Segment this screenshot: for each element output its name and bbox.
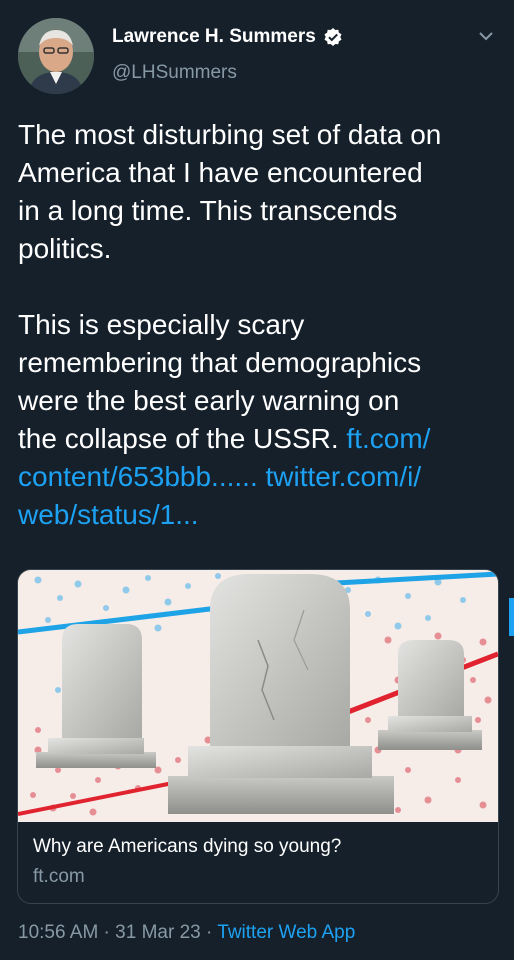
card-image[interactable] — [18, 570, 498, 822]
scrollbar[interactable] — [509, 598, 514, 636]
link-card[interactable]: Why are Americans dying so young? ft.com — [17, 569, 499, 904]
tweet-line: web/status/1... — [18, 496, 508, 534]
tweet-date[interactable]: 31 Mar 23 — [115, 922, 201, 943]
verified-badge-icon — [323, 27, 343, 47]
card-title[interactable]: Why are Americans dying so young? — [33, 836, 341, 858]
author-handle[interactable]: @LHSummers — [112, 62, 237, 84]
ft-link[interactable]: ft.com/ — [346, 423, 430, 454]
tweet-line: in a long time. This transcends — [18, 195, 398, 226]
tweet-line: politics. — [18, 233, 112, 264]
tweet-line: The most disturbing set of data on — [18, 119, 442, 150]
tweet-text: The most disturbing set of data on Ameri… — [18, 116, 508, 534]
tweet-text-fragment: the collapse of the USSR. — [18, 423, 347, 454]
tweet-line: This is especially scary — [18, 309, 305, 340]
chevron-down-icon[interactable] — [476, 26, 496, 46]
tweet-line: content/653bbb...... twitter.com/i/ — [18, 458, 508, 496]
meta-separator: · — [200, 922, 218, 943]
author-name[interactable]: Lawrence H. Summers — [112, 26, 316, 48]
tweet-source[interactable]: Twitter Web App — [217, 922, 355, 943]
tweet-line: remembering that demographics — [18, 347, 422, 378]
tweet-time[interactable]: 10:56 AM — [18, 922, 98, 943]
tweet-header: Lawrence H. Summers @LHSummers — [0, 0, 514, 100]
tweet-line: the collapse of the USSR. ft.com/ — [18, 420, 508, 458]
twitter-link-continued[interactable]: web/status/1... — [18, 499, 199, 530]
tweet-meta: 10:56 AM · 31 Mar 23 · Twitter Web App — [18, 922, 355, 944]
card-domain: ft.com — [33, 866, 85, 887]
tweet-line: America that I have encountered — [18, 157, 423, 188]
ft-link-continued[interactable]: content/653bbb...... — [18, 461, 258, 492]
twitter-link[interactable]: twitter.com/i/ — [266, 461, 422, 492]
author-name-line[interactable]: Lawrence H. Summers — [112, 26, 343, 48]
avatar[interactable] — [18, 18, 94, 94]
meta-separator: · — [98, 922, 116, 943]
tweet-line: were the best early warning on — [18, 385, 400, 416]
